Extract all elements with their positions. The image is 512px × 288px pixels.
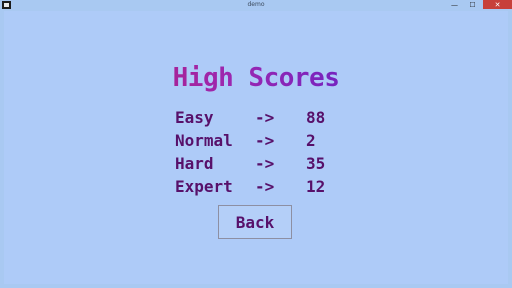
level-label: Normal — [175, 131, 233, 150]
title-bar[interactable]: demo — ☐ ✕ — [0, 0, 512, 11]
level-label: Expert — [175, 177, 233, 196]
score-value: 12 — [306, 177, 326, 196]
score-value: 88 — [306, 108, 326, 127]
arrow-text: -> — [255, 131, 275, 150]
arrow-text: -> — [255, 108, 275, 127]
close-button[interactable]: ✕ — [483, 0, 512, 9]
arrow-text: -> — [255, 177, 275, 196]
back-button[interactable]: Back — [218, 205, 292, 239]
score-value: 2 — [306, 131, 316, 150]
score-value: 35 — [306, 154, 326, 173]
page-title: High Scores — [4, 63, 508, 93]
level-label: Easy — [175, 108, 214, 127]
app-window: demo — ☐ ✕ High Scores Easy -> 88 Normal… — [0, 0, 512, 288]
arrow-text: -> — [255, 154, 275, 173]
level-label: Hard — [175, 154, 214, 173]
maximize-button[interactable]: ☐ — [464, 0, 481, 9]
minimize-button[interactable]: — — [446, 0, 463, 9]
game-screen: High Scores Easy -> 88 Normal -> 2 Hard … — [4, 11, 508, 284]
window-title: demo — [247, 1, 265, 8]
